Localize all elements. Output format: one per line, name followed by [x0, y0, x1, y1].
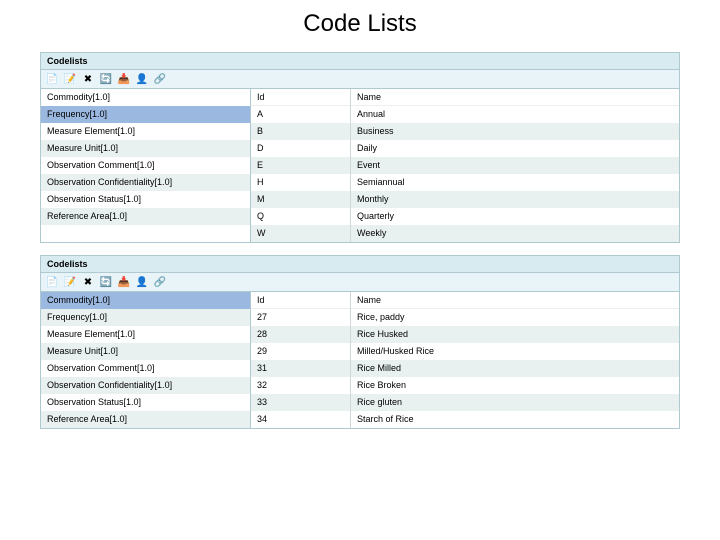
import-icon[interactable]: 📥 [117, 275, 131, 289]
codelist-item[interactable]: Commodity[1.0] [41, 89, 250, 106]
page-title: Code Lists [0, 0, 720, 52]
value-id-cell[interactable]: 31 [251, 360, 350, 377]
column-header-id[interactable]: Id [251, 89, 350, 106]
codelist-item[interactable]: Observation Comment[1.0] [41, 360, 250, 377]
codelist-item[interactable]: Observation Confidentiality[1.0] [41, 174, 250, 191]
value-name-cell[interactable]: Semiannual [351, 174, 679, 191]
value-name-cell[interactable]: Monthly [351, 191, 679, 208]
value-id-cell[interactable]: 28 [251, 326, 350, 343]
link-icon[interactable]: 🔗 [153, 72, 167, 86]
value-id-cell[interactable]: E [251, 157, 350, 174]
value-id-cell[interactable]: 33 [251, 394, 350, 411]
codelist-item[interactable]: Frequency[1.0] [41, 106, 250, 123]
value-id-cell[interactable]: 27 [251, 309, 350, 326]
codelist-item[interactable]: Measure Unit[1.0] [41, 343, 250, 360]
toolbar: 📄 📝 ✖ 🔄 📥 👤 🔗 [40, 272, 680, 291]
value-id-cell[interactable]: 34 [251, 411, 350, 428]
value-name-cell[interactable]: Starch of Rice [351, 411, 679, 428]
value-name-cell[interactable]: Daily [351, 140, 679, 157]
codelist-item[interactable]: Measure Element[1.0] [41, 123, 250, 140]
codelist-item[interactable]: Frequency[1.0] [41, 309, 250, 326]
refresh-icon[interactable]: 🔄 [99, 275, 113, 289]
codelist-panel-frequency: Codelists 📄 📝 ✖ 🔄 📥 👤 🔗 Commodity[1.0]Frequenc… [40, 52, 680, 243]
codelist-item[interactable]: Observation Confidentiality[1.0] [41, 377, 250, 394]
new-icon[interactable]: 📄 [45, 72, 59, 86]
column-header-id[interactable]: Id [251, 292, 350, 309]
delete-icon[interactable]: ✖ [81, 275, 95, 289]
value-name-cell[interactable]: Annual [351, 106, 679, 123]
panel-header: Codelists [40, 255, 680, 272]
user-icon[interactable]: 👤 [135, 72, 149, 86]
value-id-cell[interactable]: A [251, 106, 350, 123]
value-id-cell[interactable]: M [251, 191, 350, 208]
value-id-cell[interactable]: 32 [251, 377, 350, 394]
codelist-item[interactable]: Reference Area[1.0] [41, 411, 250, 428]
value-id-cell[interactable]: H [251, 174, 350, 191]
refresh-icon[interactable]: 🔄 [99, 72, 113, 86]
value-name-cell[interactable]: Rice Milled [351, 360, 679, 377]
toolbar: 📄 📝 ✖ 🔄 📥 👤 🔗 [40, 69, 680, 88]
panel-header: Codelists [40, 52, 680, 69]
value-id-cell[interactable]: D [251, 140, 350, 157]
value-name-cell[interactable]: Rice Broken [351, 377, 679, 394]
codelist-item[interactable]: Commodity[1.0] [41, 292, 250, 309]
codelist-item[interactable]: Observation Comment[1.0] [41, 157, 250, 174]
user-icon[interactable]: 👤 [135, 275, 149, 289]
edit-icon[interactable]: 📝 [63, 275, 77, 289]
codelist-item[interactable]: Observation Status[1.0] [41, 394, 250, 411]
codelist-item[interactable]: Measure Unit[1.0] [41, 140, 250, 157]
link-icon[interactable]: 🔗 [153, 275, 167, 289]
column-header-name[interactable]: Name [351, 89, 679, 106]
value-name-cell[interactable]: Rice, paddy [351, 309, 679, 326]
value-name-cell[interactable]: Quarterly [351, 208, 679, 225]
value-name-cell[interactable]: Business [351, 123, 679, 140]
column-header-name[interactable]: Name [351, 292, 679, 309]
edit-icon[interactable]: 📝 [63, 72, 77, 86]
delete-icon[interactable]: ✖ [81, 72, 95, 86]
value-name-cell[interactable]: Rice gluten [351, 394, 679, 411]
value-id-cell[interactable]: 29 [251, 343, 350, 360]
value-name-cell[interactable]: Weekly [351, 225, 679, 242]
import-icon[interactable]: 📥 [117, 72, 131, 86]
value-id-cell[interactable]: B [251, 123, 350, 140]
new-icon[interactable]: 📄 [45, 275, 59, 289]
codelist-item[interactable]: Reference Area[1.0] [41, 208, 250, 225]
value-id-cell[interactable]: W [251, 225, 350, 242]
value-name-cell[interactable]: Milled/Husked Rice [351, 343, 679, 360]
value-name-cell[interactable]: Rice Husked [351, 326, 679, 343]
value-id-cell[interactable]: Q [251, 208, 350, 225]
codelist-panel-commodity: Codelists 📄 📝 ✖ 🔄 📥 👤 🔗 Commodity[1.0]Frequenc… [40, 255, 680, 429]
value-name-cell[interactable]: Event [351, 157, 679, 174]
codelist-item[interactable]: Measure Element[1.0] [41, 326, 250, 343]
codelist-item[interactable]: Observation Status[1.0] [41, 191, 250, 208]
